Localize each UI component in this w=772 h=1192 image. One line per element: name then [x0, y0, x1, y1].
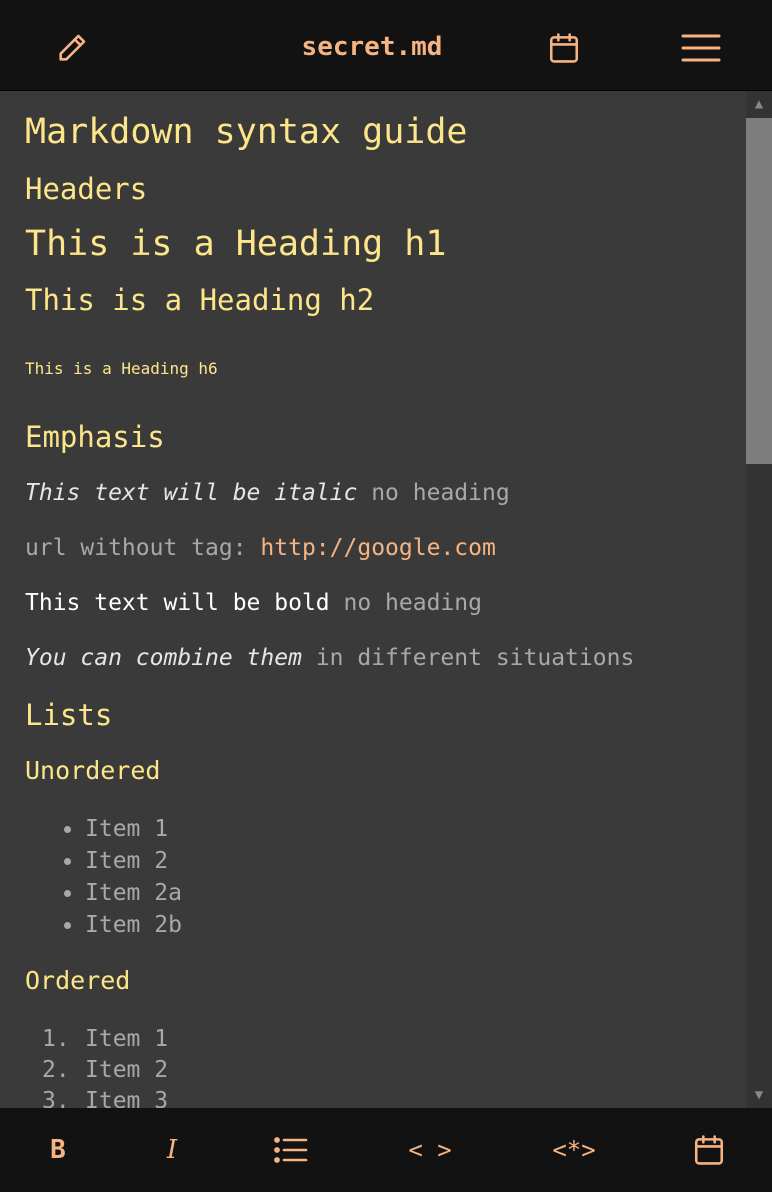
list-item-label: Item 2	[85, 848, 169, 874]
edit-button[interactable]	[46, 22, 98, 74]
combined-paragraph: You can combine them in different situat…	[25, 643, 634, 673]
list-item: 3. Item 3	[42, 1086, 169, 1108]
subheading-unordered: Unordered	[25, 756, 161, 785]
formatting-toolbar: B I < > <*>	[0, 1108, 772, 1192]
combined-suffix: in different situations	[315, 645, 635, 671]
bold-text: This text will be bold	[25, 590, 330, 616]
list-item: Item 2a	[64, 877, 182, 909]
code-block-button[interactable]: <*>	[542, 1128, 606, 1172]
list-item: 2. Item 2	[42, 1055, 169, 1086]
heading-h1-example: This is a Heading h1	[25, 224, 447, 264]
combined-text: You can combine them	[25, 645, 302, 671]
list-item-label: Item 2a	[85, 880, 182, 906]
top-bar: secret.md	[0, 0, 772, 91]
inline-code-button[interactable]: < >	[398, 1128, 462, 1172]
bullet-icon	[64, 858, 71, 865]
vertical-scrollbar[interactable]: ▲ ▼	[746, 91, 772, 1108]
list-number: 1.	[42, 1026, 70, 1052]
url-paragraph: url without tag: http://google.com	[25, 533, 496, 563]
section-heading-lists: Lists	[25, 698, 113, 732]
bullet-icon	[64, 890, 71, 897]
heading-h6-example: This is a Heading h6	[25, 359, 218, 378]
heading-h2-example: This is a Heading h2	[25, 283, 375, 317]
section-heading-emphasis: Emphasis	[25, 420, 165, 454]
italic-suffix: no heading	[371, 480, 510, 506]
bold-suffix: no heading	[343, 590, 482, 616]
url-label: url without tag:	[25, 535, 247, 561]
list-item: Item 2	[64, 845, 182, 877]
subheading-ordered: Ordered	[25, 966, 131, 995]
hamburger-menu-icon	[681, 34, 721, 62]
bold-button[interactable]: B	[36, 1128, 80, 1172]
italic-text: This text will be italic	[25, 480, 358, 506]
calendar-button[interactable]	[538, 22, 590, 74]
calendar-icon	[549, 33, 579, 63]
markdown-editor-app: secret.md Markdown syntax guide Headers …	[0, 0, 772, 1192]
scrollbar-thumb[interactable]	[746, 118, 772, 464]
bullet-icon	[64, 922, 71, 929]
pencil-icon	[59, 34, 86, 61]
ordered-list: 1. Item 1 2. Item 2 3. Item 3	[42, 1024, 169, 1108]
url-link[interactable]: http://google.com	[260, 535, 495, 561]
italic-button[interactable]: I	[150, 1128, 194, 1172]
italic-paragraph: This text will be italic no heading	[25, 478, 510, 508]
list-button[interactable]	[268, 1128, 314, 1172]
list-item: 1. Item 1	[42, 1024, 169, 1055]
scroll-up-arrow-icon[interactable]: ▲	[746, 91, 772, 117]
list-item-label: Item 2b	[85, 912, 182, 938]
bold-paragraph: This text will be bold no heading	[25, 588, 482, 618]
list-item: Item 1	[64, 813, 182, 845]
document-title: Markdown syntax guide	[25, 112, 468, 152]
document-preview[interactable]: Markdown syntax guide Headers This is a …	[0, 91, 746, 1108]
menu-button[interactable]	[675, 22, 727, 74]
scroll-down-arrow-icon[interactable]: ▼	[746, 1082, 772, 1108]
list-item-label: Item 1	[85, 1026, 169, 1052]
list-item: Item 2b	[64, 909, 182, 941]
list-item-label: Item 2	[85, 1057, 169, 1083]
bulleted-list-icon	[274, 1137, 308, 1163]
list-item-label: Item 1	[85, 816, 169, 842]
file-title: secret.md	[301, 32, 443, 62]
list-item-label: Item 3	[85, 1088, 169, 1108]
insert-date-button[interactable]	[686, 1128, 732, 1172]
list-number: 2.	[42, 1057, 70, 1083]
bullet-icon	[64, 826, 71, 833]
section-heading-headers: Headers	[25, 172, 148, 206]
calendar-icon	[694, 1135, 724, 1165]
list-number: 3.	[42, 1088, 70, 1108]
unordered-list: Item 1 Item 2 Item 2a Item 2b	[64, 813, 182, 941]
